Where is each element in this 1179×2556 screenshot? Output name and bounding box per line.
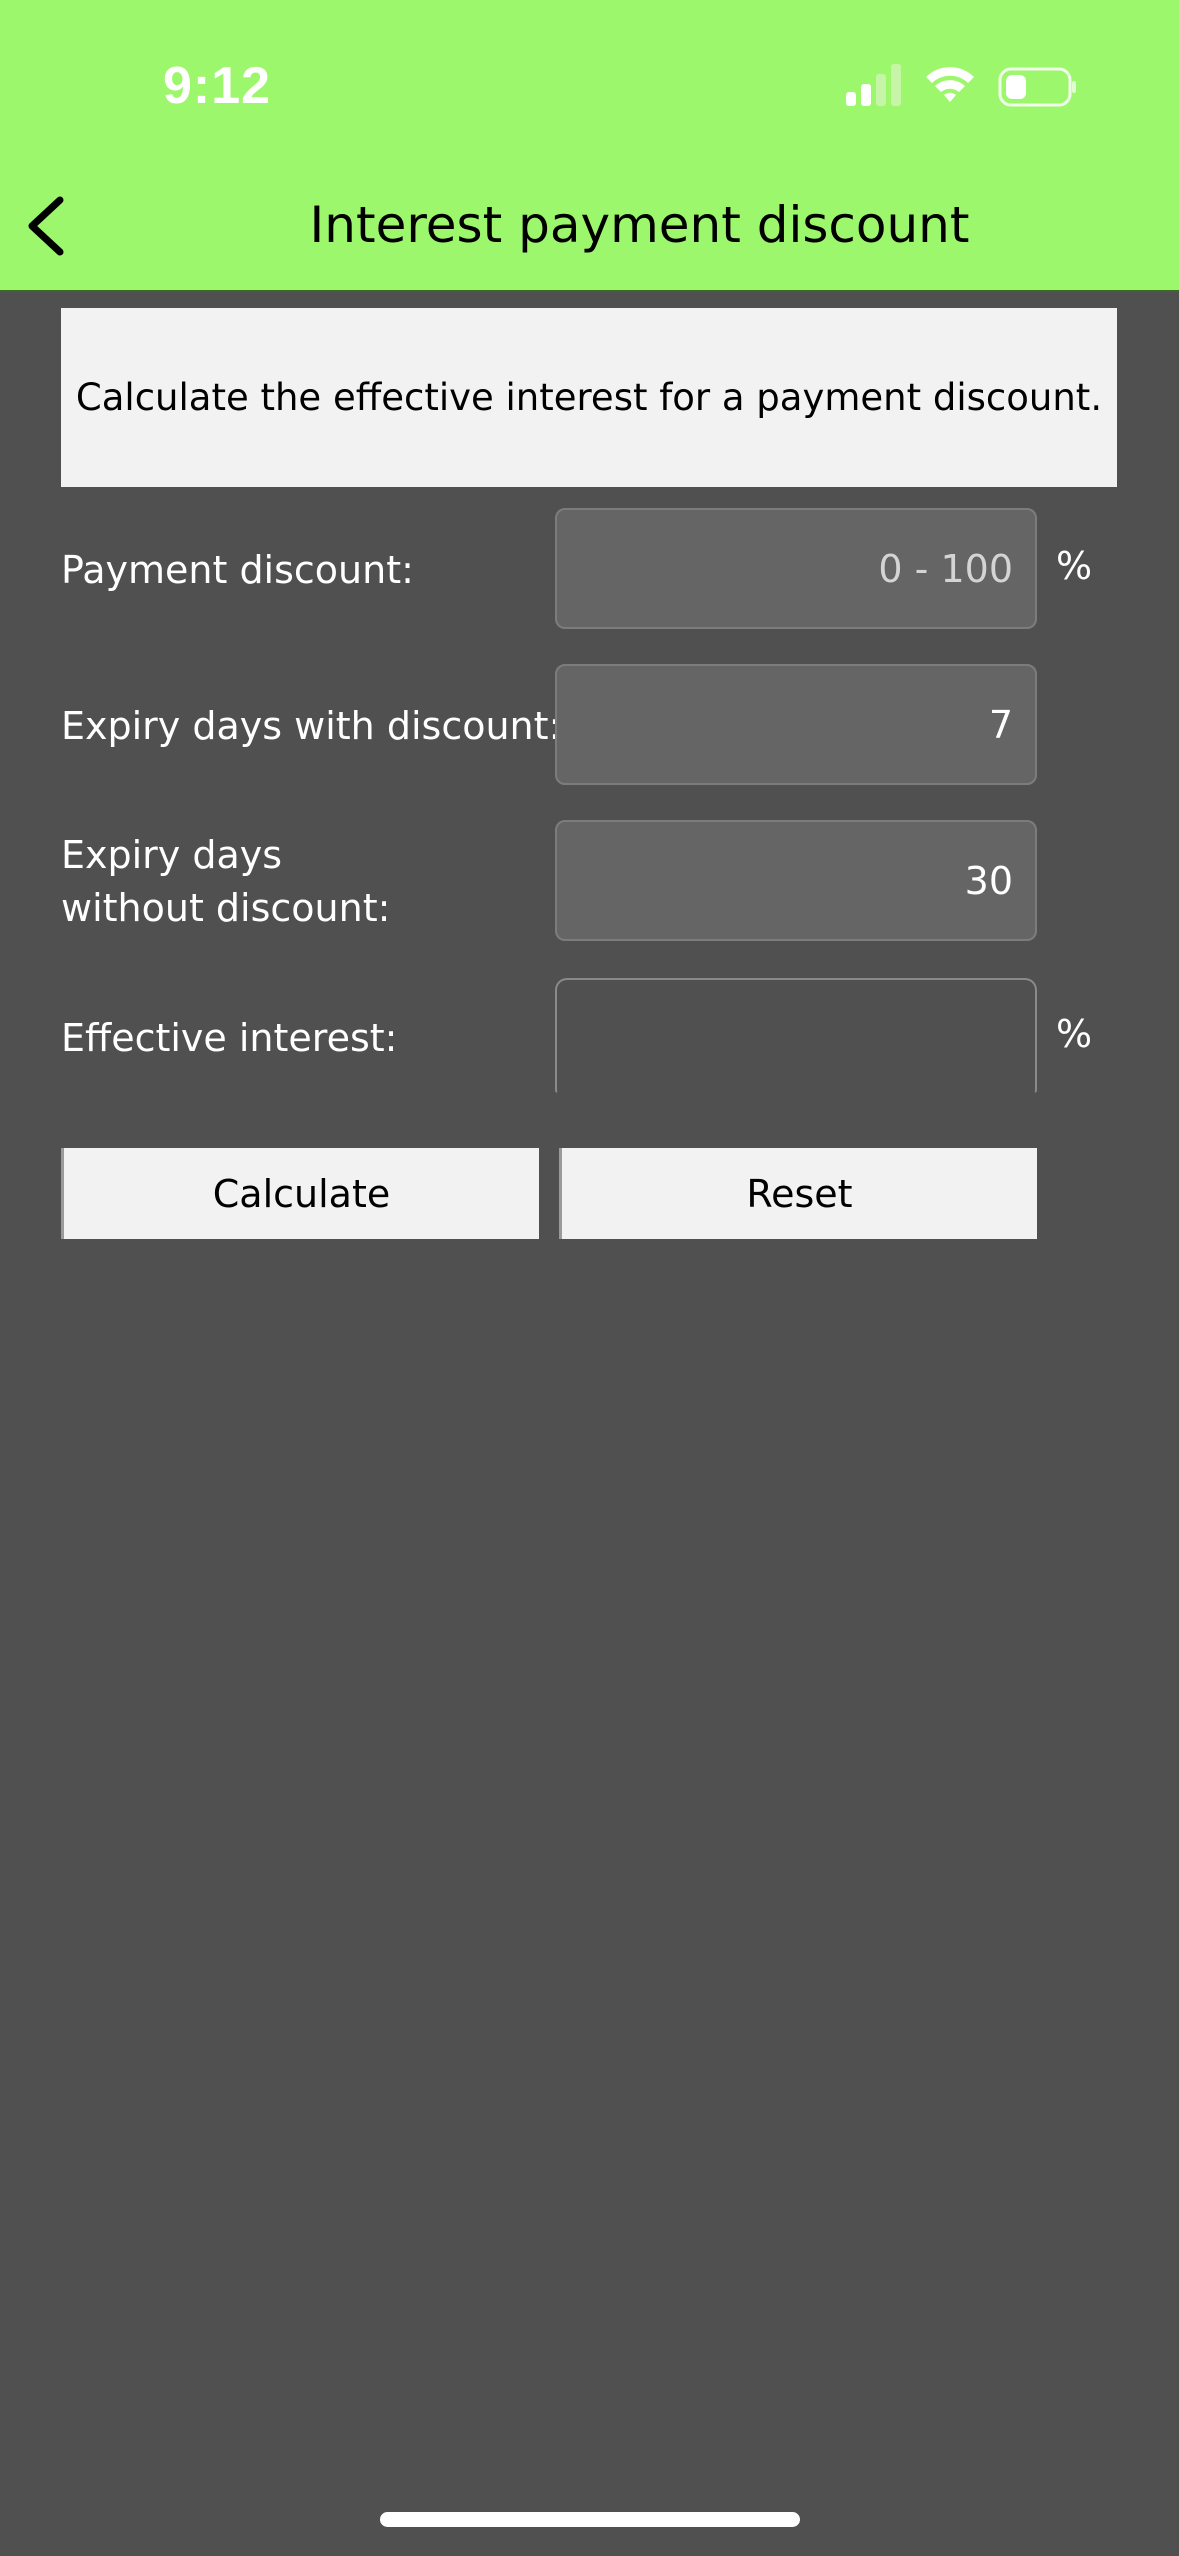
expiry-with-discount-input[interactable]: 7 — [555, 664, 1037, 785]
navigation-header: 9:12 Interest payment discount — [0, 0, 1179, 292]
wifi-icon — [926, 67, 974, 102]
effective-interest-label: Effective interest: — [61, 1016, 398, 1060]
expiry-without-discount-label-line2: without discount: — [61, 886, 391, 930]
expiry-without-discount-label-line1: Expiry days — [61, 833, 283, 877]
expiry-with-discount-label: Expiry days with discount: — [61, 704, 562, 748]
expiry-with-discount-value: 7 — [988, 702, 1013, 747]
payment-discount-unit: % — [1056, 544, 1093, 588]
effective-interest-output — [555, 978, 1037, 1094]
effective-interest-unit: % — [1056, 1012, 1093, 1056]
payment-discount-input[interactable]: 0 - 100 — [555, 508, 1037, 629]
calculate-button[interactable]: Calculate — [61, 1148, 539, 1239]
payment-discount-placeholder: 0 - 100 — [878, 546, 1013, 591]
reset-button[interactable]: Reset — [559, 1148, 1037, 1239]
description-text: Calculate the effective interest for a p… — [75, 376, 1103, 419]
status-time: 9:12 — [163, 57, 272, 115]
description-box: Calculate the effective interest for a p… — [61, 308, 1117, 487]
expiry-without-discount-value: 30 — [964, 858, 1013, 903]
cellular-signal-icon — [846, 64, 901, 106]
home-indicator[interactable] — [380, 2512, 800, 2527]
battery-icon — [998, 67, 1076, 107]
page-title: Interest payment discount — [309, 196, 970, 254]
expiry-without-discount-label: Expiry days without discount: — [61, 829, 390, 935]
expiry-without-discount-input[interactable]: 30 — [555, 820, 1037, 941]
payment-discount-label: Payment discount: — [61, 548, 414, 592]
